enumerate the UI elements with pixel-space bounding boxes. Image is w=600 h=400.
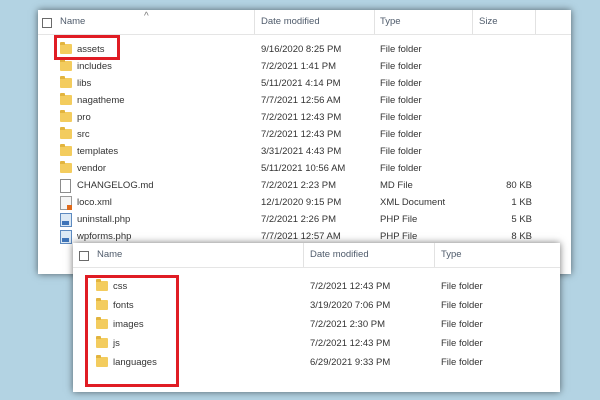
file-row[interactable]: CHANGELOG.md 7/2/2021 2:23 PM MD File 80 KB [38,177,571,194]
file-type: File folder [441,319,483,330]
file-date-modified: 6/29/2021 9:33 PM [310,357,391,368]
file-type: MD File [380,180,413,191]
file-type: File folder [380,95,422,106]
file-size: 5 KB [511,214,532,225]
file-size: 1 KB [511,197,532,208]
column-header-size[interactable]: Size [479,10,497,34]
file-row[interactable]: libs 5/11/2021 4:14 PM File folder [38,75,571,92]
file-size [479,92,532,109]
folder-icon [60,161,72,173]
xml-file-icon [60,196,72,210]
file-date-modified: 5/11/2021 4:14 PM [261,78,341,89]
column-divider[interactable] [434,243,435,267]
file-row[interactable]: pro 7/2/2021 12:43 PM File folder [38,109,571,126]
column-header-row: ^ Name Date modified Type Size [38,10,571,35]
file-name: pro [77,112,91,123]
file-date-modified: 12/1/2020 9:15 PM [261,197,342,208]
column-divider[interactable] [535,10,536,34]
highlight-box-subfolders [85,275,179,387]
file-row[interactable]: nagatheme 7/7/2021 12:56 AM File folder [38,92,571,109]
file-date-modified: 7/7/2021 12:56 AM [261,95,341,106]
file-row[interactable]: templates 3/31/2021 4:43 PM File folder [38,143,571,160]
file-name: nagatheme [77,95,125,106]
file-date-modified: 5/11/2021 10:56 AM [261,163,346,174]
file-row[interactable]: loco.xml 12/1/2020 9:15 PM XML Document 1 K… [38,194,571,211]
file-date-modified: 7/2/2021 2:26 PM [261,214,336,225]
file-size [479,126,532,143]
file-type: File folder [441,338,483,349]
file-type: File folder [441,300,483,311]
file-type: File folder [380,146,422,157]
file-name: templates [77,146,119,157]
column-header-date-modified[interactable]: Date modified [261,10,320,34]
highlight-box-assets [54,35,120,60]
file-date-modified: 7/2/2021 12:43 PM [310,338,391,349]
file-date-modified: 3/31/2021 4:43 PM [261,146,342,157]
file-name: loco.xml [77,197,112,208]
file-row[interactable]: vendor 5/11/2021 10:56 AM File folder [38,160,571,177]
document-icon [60,179,71,193]
file-row[interactable]: src 7/2/2021 12:43 PM File folder [38,126,571,143]
file-type: File folder [441,357,483,368]
file-type: File folder [380,61,422,72]
file-date-modified: 7/2/2021 2:23 PM [261,180,336,191]
file-type: XML Document [380,197,446,208]
file-type: File folder [441,281,483,292]
file-date-modified: 7/2/2021 12:43 PM [261,129,342,140]
file-row[interactable]: includes 7/2/2021 1:41 PM File folder [38,58,571,75]
file-type: File folder [380,78,422,89]
file-date-modified: 7/2/2021 1:41 PM [261,61,336,72]
file-size [479,58,532,75]
file-type: File folder [380,112,422,123]
file-size: 80 KB [506,180,532,191]
php-file-icon [60,213,72,227]
file-date-modified: 7/2/2021 2:30 PM [310,319,385,330]
folder-icon [60,144,72,156]
column-divider[interactable] [472,10,473,34]
folder-icon [60,93,72,105]
select-all-checkbox[interactable] [79,251,89,261]
select-all-checkbox[interactable] [42,18,52,28]
file-date-modified: 7/2/2021 12:43 PM [310,281,391,292]
file-type: File folder [380,44,422,55]
file-row[interactable]: uninstall.php 7/2/2021 2:26 PM PHP File 5 K… [38,211,571,228]
folder-icon [60,127,72,139]
file-name: includes [77,61,112,72]
file-date-modified: 7/2/2021 12:43 PM [261,112,342,123]
file-size [479,75,532,92]
file-name: src [77,129,90,140]
file-name: vendor [77,163,107,174]
file-type: PHP File [380,214,418,225]
folder-icon [60,76,72,88]
file-size [479,109,532,126]
column-header-date-modified[interactable]: Date modified [310,243,369,267]
file-size [479,143,532,160]
file-type: File folder [380,129,422,140]
column-header-row: Name Date modified Type [73,243,560,268]
file-name: uninstall.php [77,214,131,225]
sort-ascending-icon: ^ [144,11,149,22]
column-header-name[interactable]: Name [60,10,85,34]
column-divider[interactable] [254,10,255,34]
file-type: File folder [380,163,422,174]
column-divider[interactable] [303,243,304,267]
folder-icon [60,59,72,71]
file-size [479,41,532,58]
column-header-name[interactable]: Name [97,243,122,267]
column-header-type[interactable]: Type [441,243,462,267]
file-date-modified: 3/19/2020 7:06 PM [310,300,391,311]
php-file-icon [60,230,72,244]
file-date-modified: 9/16/2020 8:25 PM [261,44,342,55]
file-name: libs [77,78,92,89]
column-divider[interactable] [374,10,375,34]
folder-icon [60,110,72,122]
column-header-type[interactable]: Type [380,10,401,34]
file-name: CHANGELOG.md [77,180,154,191]
file-size [479,160,532,177]
